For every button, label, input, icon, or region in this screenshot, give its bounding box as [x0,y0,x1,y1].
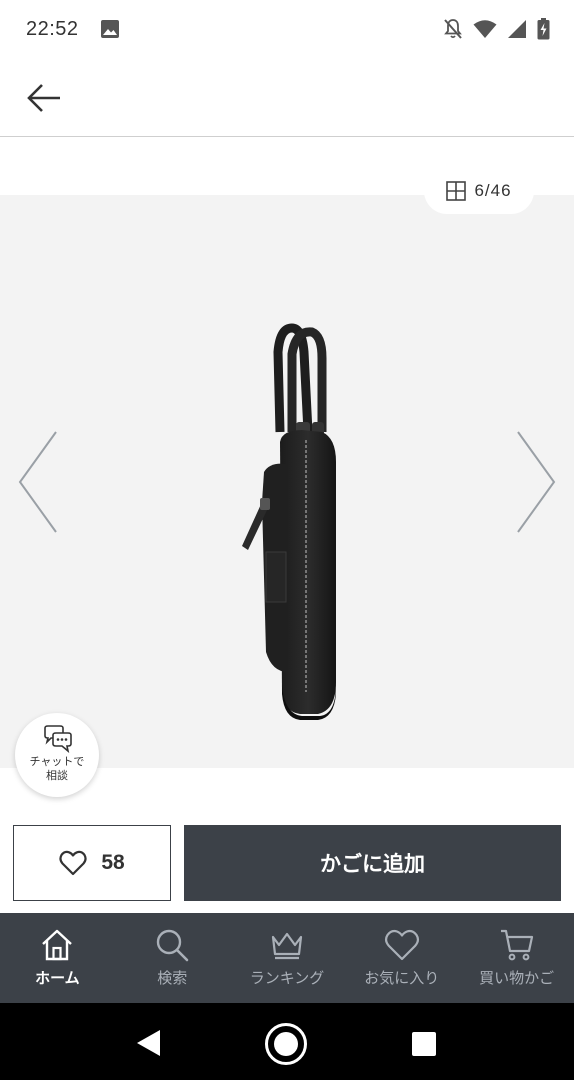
back-button[interactable] [20,76,68,120]
battery-charging-icon [537,18,550,40]
nav-label-ranking: ランキング [249,969,325,987]
nav-item-search[interactable]: 検索 [115,913,230,1003]
image-counter-text: 6/46 [474,181,512,200]
chevron-left-icon[interactable] [14,430,62,534]
favorite-count: 58 [101,851,125,874]
search-icon [156,929,189,962]
nav-item-ranking[interactable]: ランキング [230,913,345,1003]
back-triangle-icon[interactable] [134,1028,162,1058]
system-navigation-bar [0,1003,574,1080]
cart-icon [500,929,533,961]
add-to-cart-button[interactable]: かごに追加 [184,825,561,901]
nav-label-favorites: お気に入り [364,969,440,987]
nav-label-cart: 買い物かご [479,969,555,987]
heart-icon [384,929,419,961]
nav-item-home[interactable]: ホーム [0,913,115,1003]
recents-square-icon[interactable] [412,1032,436,1056]
favorite-button[interactable]: 58 [13,825,171,901]
nav-item-favorites[interactable]: お気に入り [344,913,459,1003]
status-icons [443,17,550,41]
nav-item-cart[interactable]: 買い物かご [459,913,574,1003]
home-circle-icon[interactable] [264,1022,308,1066]
chat-bubbles-icon [44,725,72,753]
notifications-off-icon [444,19,462,39]
nav-label-search: 検索 [157,969,188,987]
nav-label-home: ホーム [35,969,80,987]
grid-icon [446,181,467,201]
image-icon [101,20,119,38]
home-icon [42,929,73,961]
crown-icon [271,932,303,960]
status-bar: 22:52 [0,0,574,60]
arrow-left-icon [27,84,60,112]
app-header [0,60,574,137]
product-image [242,323,336,720]
status-time: 22:52 [26,18,79,40]
chevron-right-icon[interactable] [512,430,560,534]
chat-consult-button[interactable]: チャットで 相談 [15,713,99,797]
heart-outline-icon [59,850,87,876]
bottom-navigation: ホーム 検索 ランキング お気に入り 買い物かご [0,913,574,1003]
image-counter[interactable]: 6/46 [424,168,534,214]
cellular-signal-icon [508,20,526,38]
chat-label: チャットで 相談 [29,755,85,782]
wifi-icon [473,20,497,38]
